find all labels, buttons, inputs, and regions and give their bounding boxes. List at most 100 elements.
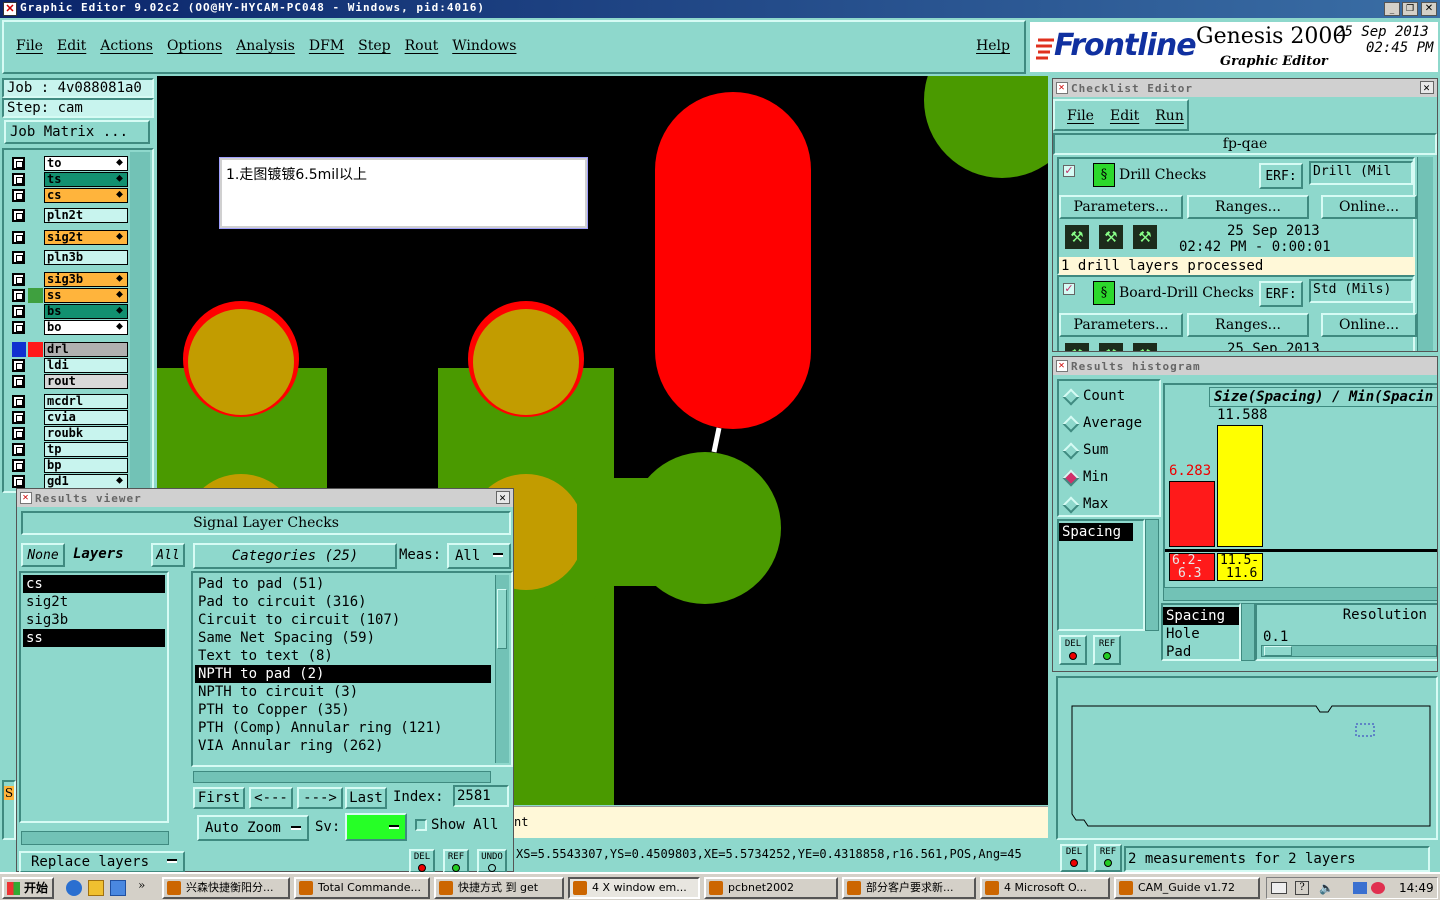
layer-row-cs[interactable]: cs ⬥ [10, 188, 128, 203]
hist-ref-button[interactable]: REF [1093, 635, 1121, 665]
layer-row-ss[interactable]: ss ⬥ [10, 288, 128, 303]
type-item[interactable]: Hole [1163, 625, 1239, 643]
menu-help[interactable]: Help [976, 38, 1010, 54]
layer-row-to[interactable]: to ⬥ [10, 156, 128, 171]
category-item[interactable]: Text to text (8) [195, 647, 491, 665]
layer-affected-box[interactable] [28, 304, 43, 319]
keyboard-icon[interactable] [1271, 882, 1287, 894]
histogram-option-count[interactable]: Count [1059, 387, 1159, 407]
layer-list-scrollbar[interactable] [130, 152, 150, 489]
run-all-icon[interactable]: ⚒ [1097, 341, 1125, 351]
category-item[interactable]: Same Net Spacing (59) [195, 629, 491, 647]
layer-name[interactable]: cvia [44, 410, 128, 425]
layer-affected-box[interactable] [28, 394, 43, 409]
category-item[interactable]: PTH to Copper (35) [195, 701, 491, 719]
menu-dfm[interactable]: DFM [309, 38, 344, 54]
online-button[interactable]: Online... [1321, 313, 1417, 337]
layer-affected-box[interactable] [28, 288, 43, 303]
layer-affected-box[interactable] [28, 188, 43, 203]
parameters-button[interactable]: Parameters... [1059, 195, 1183, 219]
rv-ref-button[interactable]: REF [443, 849, 469, 873]
radio-icon[interactable] [1062, 442, 1080, 460]
layer-affected-box[interactable] [28, 358, 43, 373]
type-vscroll[interactable] [1241, 603, 1255, 661]
category-item[interactable]: NPTH to circuit (3) [195, 683, 491, 701]
layer-name[interactable]: tp [44, 442, 128, 457]
layer-checkbox[interactable] [12, 305, 25, 318]
ranges-button[interactable]: Ranges... [1187, 195, 1309, 219]
maximize-button[interactable]: ❐ [1402, 2, 1418, 16]
zoom-dropdown[interactable]: Auto Zoom [197, 815, 309, 841]
histogram-option-max[interactable]: Max [1059, 495, 1159, 515]
run-icon[interactable]: ⚒ [1063, 341, 1091, 351]
checklist-menu-run[interactable]: Run [1155, 108, 1184, 124]
layer-row-bs[interactable]: bs ⬥ [10, 304, 128, 319]
checklist-vscroll[interactable] [1417, 157, 1433, 351]
overview-ref-button[interactable]: REF [1094, 844, 1122, 872]
layer-row-drl[interactable]: drl [10, 342, 128, 357]
layer-checkbox[interactable] [12, 443, 25, 456]
histogram-option-average[interactable]: Average [1059, 414, 1159, 434]
checklist-menu-file[interactable]: File [1067, 108, 1094, 124]
rv-del-button[interactable]: DEL [409, 849, 435, 873]
next-button[interactable]: ---> [297, 787, 343, 809]
rv-layer-item[interactable]: cs [23, 575, 165, 593]
layer-row-pln3b[interactable]: pln3b [10, 250, 128, 265]
help-icon[interactable]: ? [1295, 881, 1309, 895]
layer-name[interactable]: rout [44, 374, 128, 389]
layer-affected-box[interactable] [28, 156, 43, 171]
layer-affected-box[interactable] [28, 230, 43, 245]
quicklaunch-folder-icon[interactable] [88, 880, 104, 896]
layer-checkbox[interactable] [12, 231, 25, 244]
menu-actions[interactable]: Actions [100, 38, 153, 54]
measure-vscroll[interactable] [1145, 519, 1159, 631]
layer-affected-box[interactable] [12, 342, 43, 357]
bar-range-box[interactable]: 11.5- 11.6 [1217, 553, 1263, 581]
layer-checkbox[interactable] [12, 189, 25, 202]
checklist-close-button[interactable]: ✕ [1420, 81, 1434, 94]
layer-row-sig2t[interactable]: sig2t ⬥ [10, 230, 128, 245]
layer-checkbox[interactable] [12, 321, 25, 334]
layer-row-pln2t[interactable]: pln2t [10, 208, 128, 223]
layer-checkbox[interactable] [12, 157, 25, 170]
categories-vscroll[interactable] [495, 575, 509, 763]
category-item[interactable]: Pad to circuit (316) [195, 593, 491, 611]
radio-icon[interactable] [1062, 469, 1080, 487]
run-all-icon[interactable]: ⚒ [1097, 223, 1125, 251]
ranges-button[interactable]: Ranges... [1187, 313, 1309, 337]
job-matrix-button[interactable]: Job Matrix ... [4, 120, 150, 144]
layer-row-bp[interactable]: bp [10, 458, 128, 473]
layer-name[interactable]: pln3b [44, 250, 128, 265]
layer-name[interactable]: bp [44, 458, 128, 473]
layer-row-ldi[interactable]: ldi [10, 358, 128, 373]
parameters-button[interactable]: Parameters... [1059, 313, 1183, 337]
chart-hscroll[interactable] [1163, 587, 1437, 601]
rv-layer-item[interactable]: sig2t [23, 593, 165, 611]
rv-undo-button[interactable]: UNDO [477, 849, 507, 873]
taskbar-task-3[interactable]: 4 X window em... [568, 877, 700, 899]
measure-item[interactable]: Spacing [1059, 523, 1133, 541]
prev-button[interactable]: <--- [249, 787, 293, 809]
layer-name[interactable]: roubk [44, 426, 128, 441]
erf-value[interactable]: Std (Mils) [1309, 279, 1413, 303]
layer-affected-box[interactable] [28, 410, 43, 425]
radio-icon[interactable] [1062, 388, 1080, 406]
rv-layer-hscroll[interactable] [21, 831, 169, 845]
speaker-icon[interactable]: 🔈 [1319, 881, 1334, 895]
layer-row-bo[interactable]: bo ⬥ [10, 320, 128, 335]
category-item[interactable]: PTH (Comp) Annular ring (121) [195, 719, 491, 737]
rv-layer-item[interactable]: ss [23, 629, 165, 647]
check-action-icon[interactable]: § [1093, 281, 1115, 305]
menu-windows[interactable]: Windows [452, 38, 516, 54]
layer-checkbox[interactable] [12, 375, 25, 388]
category-item[interactable]: Circuit to circuit (107) [195, 611, 491, 629]
layer-checkbox[interactable] [12, 411, 25, 424]
layer-checkbox[interactable] [12, 395, 25, 408]
layer-row-cvia[interactable]: cvia [10, 410, 128, 425]
layer-checkbox[interactable] [12, 459, 25, 472]
first-button[interactable]: First [193, 787, 245, 809]
layer-affected-box[interactable] [28, 250, 43, 265]
erf-value[interactable]: Drill (Mil [1309, 161, 1413, 185]
layer-checkbox[interactable] [12, 289, 25, 302]
menu-analysis[interactable]: Analysis [236, 38, 295, 54]
